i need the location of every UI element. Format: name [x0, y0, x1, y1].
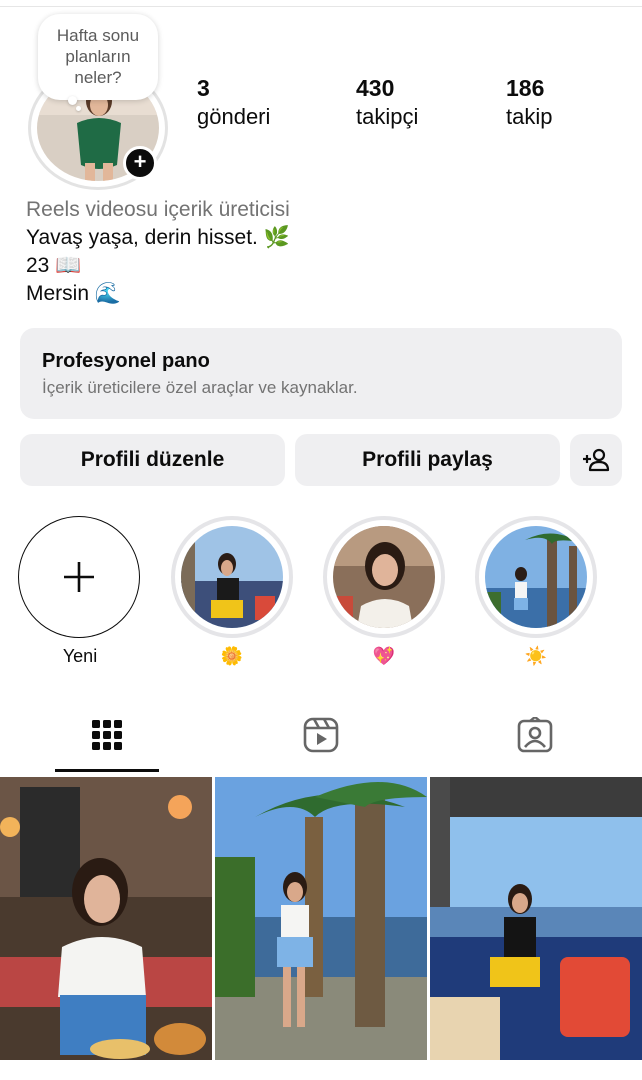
- tab-posts-grid[interactable]: [55, 710, 159, 760]
- tagged-icon: [517, 717, 553, 753]
- highlight-cover: [333, 526, 435, 628]
- top-divider: [0, 6, 642, 7]
- stat-value: 186: [506, 75, 545, 101]
- note-line: neler?: [74, 68, 122, 87]
- edit-profile-button[interactable]: Profili düzenle: [20, 434, 285, 486]
- highlight-new[interactable]: Yeni: [18, 516, 142, 668]
- professional-dashboard-card[interactable]: Profesyonel pano İçerik üreticilere özel…: [20, 328, 622, 419]
- highlight-ring: [475, 516, 597, 638]
- highlight-ring: [323, 516, 445, 638]
- stat-posts[interactable]: 3 gönderi: [197, 74, 270, 132]
- dashboard-subtitle: İçerik üreticilere özel araçlar ve kayna…: [42, 378, 358, 397]
- highlight-label: 💖: [372, 646, 396, 666]
- post-thumbnail[interactable]: [215, 777, 427, 1060]
- tab-reels[interactable]: [269, 710, 373, 760]
- stat-value: 430: [356, 75, 395, 101]
- bio-line: Yavaş yaşa, derin hisset. 🌿: [26, 226, 290, 249]
- highlight-label: 🌼: [220, 646, 244, 666]
- highlight-item[interactable]: ☀️: [474, 516, 598, 668]
- post-thumbnail[interactable]: [430, 777, 642, 1060]
- stat-label: gönderi: [197, 104, 271, 129]
- plus-icon: [64, 562, 94, 592]
- stat-followers[interactable]: 430 takipçi: [356, 74, 418, 132]
- discover-people-button[interactable]: [570, 434, 622, 486]
- note-line: Hafta sonu: [56, 26, 140, 45]
- note-bubble[interactable]: Hafta sonu planların neler?: [38, 14, 158, 100]
- profile-bio: Reels videosu içerik üreticisi Yavaş yaş…: [26, 196, 616, 308]
- highlight-new-circle: [18, 516, 140, 638]
- highlight-cover: [485, 526, 587, 628]
- bio-category: Reels videosu içerik üreticisi: [26, 198, 290, 221]
- tab-tagged[interactable]: [483, 710, 587, 760]
- highlight-label: ☀️: [524, 646, 548, 666]
- bio-line: 23 📖: [26, 254, 82, 277]
- share-profile-button[interactable]: Profili paylaş: [295, 434, 560, 486]
- stat-label: takipçi: [356, 104, 419, 129]
- note-bubble-tail: [68, 96, 77, 105]
- active-tab-indicator: [55, 769, 159, 772]
- stat-value: 3: [197, 75, 210, 101]
- stat-label: takip: [506, 104, 553, 129]
- bio-line: Mersin 🌊: [26, 282, 121, 305]
- post-thumbnail[interactable]: [0, 777, 212, 1060]
- reels-icon: [303, 717, 339, 753]
- add-story-button[interactable]: +: [123, 146, 157, 180]
- grid-icon: [92, 720, 122, 750]
- highlight-item[interactable]: 💖: [322, 516, 446, 668]
- dashboard-title: Profesyonel pano: [42, 350, 210, 372]
- highlight-item[interactable]: 🌼: [170, 516, 294, 668]
- note-line: planların: [65, 47, 131, 66]
- add-person-icon: [583, 448, 610, 472]
- note-bubble-tail: [76, 106, 81, 111]
- highlight-cover: [181, 526, 283, 628]
- stat-following[interactable]: 186 takip: [506, 74, 552, 132]
- highlight-label: Yeni: [62, 646, 98, 666]
- highlight-ring: [171, 516, 293, 638]
